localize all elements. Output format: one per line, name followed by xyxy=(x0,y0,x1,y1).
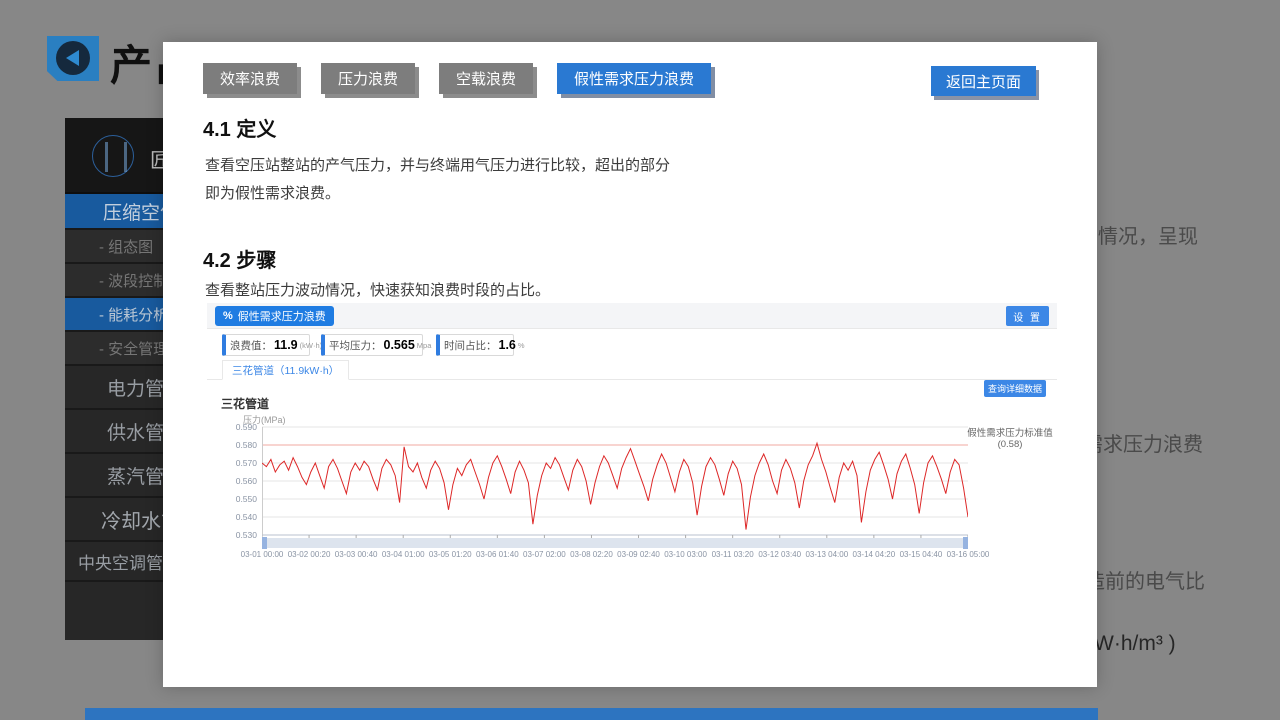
section-41-line2: 即为假性需求浪费。 xyxy=(205,182,340,203)
section-42-heading: 4.2 步骤 xyxy=(203,244,276,273)
tab-efficiency-waste[interactable]: 效率浪费 xyxy=(203,63,297,94)
company-logo-icon xyxy=(92,135,134,177)
y-tick: 0.540 xyxy=(207,512,257,522)
stat-value: 0.565 xyxy=(384,338,415,352)
tab-noload-waste[interactable]: 空载浪费 xyxy=(439,63,533,94)
return-main-button[interactable]: 返回主页面 xyxy=(931,66,1036,96)
stat-label: 时间占比： xyxy=(444,338,497,353)
y-tick: 0.560 xyxy=(207,476,257,486)
pipe-tab-sanhua[interactable]: 三花管道（11.9kW·h） xyxy=(222,360,349,380)
waste-tabs: 效率浪费 压力浪费 空载浪费 假性需求压力浪费 xyxy=(203,63,711,94)
embed-header: % 假性需求压力浪费 设 置 xyxy=(207,303,1057,329)
page-background: 产品 匠 压缩空气 - 组态图 - 波段控制 - 能耗分析 - 安全管理 电力管… xyxy=(0,0,1280,720)
x-tick: 03-16 05:00 xyxy=(936,550,1000,559)
back-badge[interactable] xyxy=(47,36,99,81)
embedded-screenshot: % 假性需求压力浪费 设 置 浪费值： 11.9 (kW·h) 平均压力： 0.… xyxy=(207,303,1057,565)
stat-unit: Mpa xyxy=(417,341,432,350)
stat-unit: (kW·h) xyxy=(300,341,323,350)
occluded-text-4: W·h/m³ ) xyxy=(1094,632,1176,656)
ref-line-annotation: 假性需求压力标准值 (0.58) xyxy=(963,428,1057,450)
pressure-line-chart xyxy=(262,425,968,539)
ref-line-label: 假性需求压力标准值 xyxy=(963,428,1057,439)
datazoom-slider[interactable] xyxy=(262,538,968,548)
chart-title: 三花管道 xyxy=(221,395,269,412)
stat-unit: % xyxy=(518,341,525,350)
bottom-bar xyxy=(85,708,1098,720)
section-42-line1: 查看整站压力波动情况，快速获知浪费时段的占比。 xyxy=(205,279,550,300)
stat-label: 平均压力： xyxy=(329,338,382,353)
gauge-icon: % xyxy=(223,310,233,322)
embed-title-text: 假性需求压力浪费 xyxy=(238,308,326,324)
section-41-heading: 4.1 定义 xyxy=(203,113,276,142)
stat-waste-value: 浪费值： 11.9 (kW·h) xyxy=(222,334,310,356)
stat-value: 1.6 xyxy=(499,338,516,352)
ref-line-value: (0.58) xyxy=(963,439,1057,450)
y-tick: 0.570 xyxy=(207,458,257,468)
back-icon xyxy=(66,50,79,66)
doc-panel: 效率浪费 压力浪费 空载浪费 假性需求压力浪费 返回主页面 4.1 定义 查看空… xyxy=(163,42,1097,687)
settings-button[interactable]: 设 置 xyxy=(1006,306,1049,326)
stat-value: 11.9 xyxy=(274,338,298,352)
y-tick: 0.530 xyxy=(207,530,257,540)
occluded-text-3: 造前的电气比 xyxy=(1085,565,1205,594)
occluded-text-2: 需求压力浪费 xyxy=(1083,428,1203,457)
y-tick: 0.590 xyxy=(207,422,257,432)
y-tick: 0.580 xyxy=(207,440,257,450)
stat-avg-pressure: 平均压力： 0.565 Mpa xyxy=(321,334,423,356)
embed-title-badge: % 假性需求压力浪费 xyxy=(215,306,334,326)
tab-false-demand-pressure-waste[interactable]: 假性需求压力浪费 xyxy=(557,63,711,94)
tab-pressure-waste[interactable]: 压力浪费 xyxy=(321,63,415,94)
section-41-line1: 查看空压站整站的产气压力，并与终端用气压力进行比较，超出的部分 xyxy=(205,154,670,175)
query-detail-button[interactable]: 查询详细数据 xyxy=(984,380,1046,397)
occluded-text-1: 情况，呈现 xyxy=(1098,220,1198,249)
stat-time-ratio: 时间占比： 1.6 % xyxy=(436,334,514,356)
stat-label: 浪费值： xyxy=(230,338,272,353)
y-tick: 0.550 xyxy=(207,494,257,504)
